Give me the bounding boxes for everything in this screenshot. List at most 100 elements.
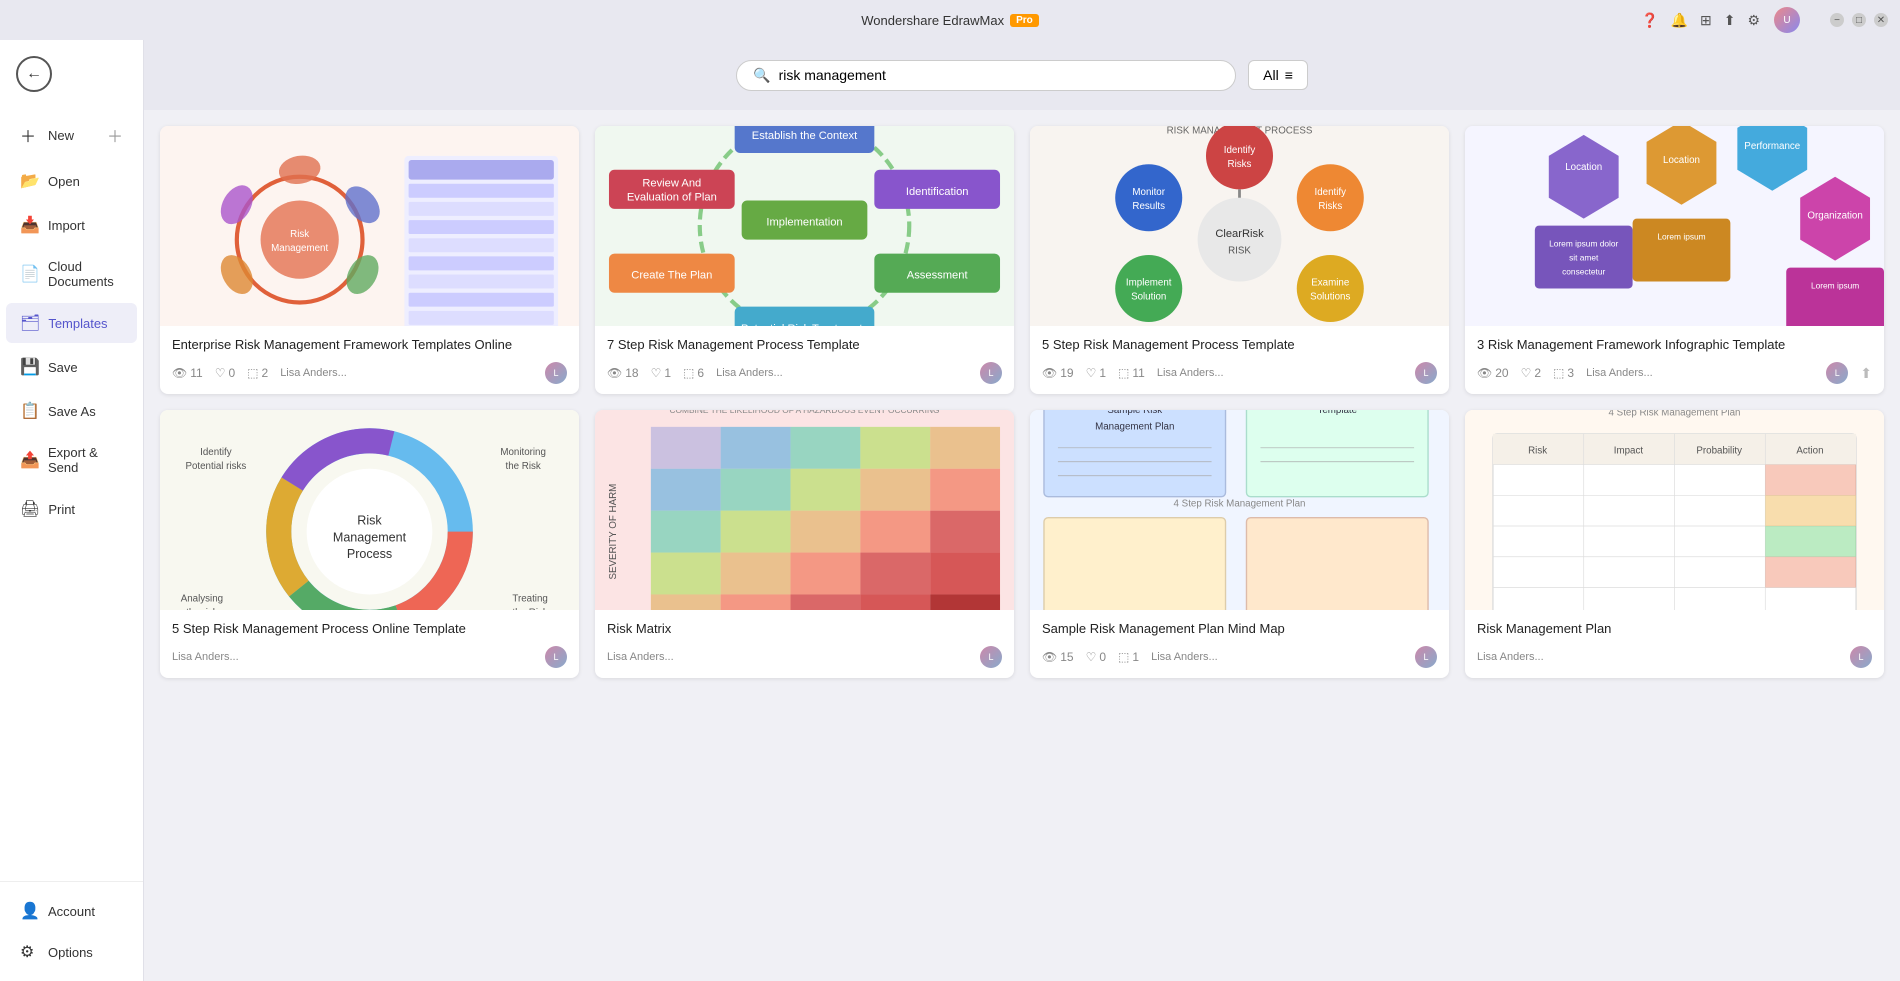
sidebar-item-saveas[interactable]: 📋 Save As [6,391,137,431]
back-button[interactable]: ← [16,56,52,92]
svg-text:Review And: Review And [642,178,701,190]
card-meta-enterprise: 👁 11 ♡ 0 ⬚ 2 Lisa Anders... L [172,362,567,384]
card-title-risk-matrix: Risk Matrix [607,620,1002,638]
notification-icon[interactable]: 🔔 [1671,12,1688,29]
svg-text:Potential risks: Potential risks [185,460,246,471]
grid-icon[interactable]: ⊞ [1700,12,1712,29]
svg-text:Sample Risk: Sample Risk [1107,410,1162,415]
minimize-button[interactable]: − [1830,13,1844,27]
sidebar-new-label: New [48,128,74,143]
svg-text:Lorem ipsum: Lorem ipsum [1657,232,1705,242]
author-framework: Lisa Anders... [1586,367,1653,379]
sidebar-item-templates[interactable]: 🗂 Templates [6,303,137,343]
title-bar: Wondershare EdrawMax Pro ❓ 🔔 ⊞ ⬆ ⚙ U − □… [0,0,1900,40]
svg-text:Monitor: Monitor [1132,187,1165,198]
author-avatar-framework: L [1826,362,1848,384]
copies-framework: ⬚ 3 [1553,366,1574,380]
upload-icon[interactable]: ⬆ [1724,12,1736,29]
window-controls: − □ ✕ [1830,13,1888,27]
close-button[interactable]: ✕ [1874,13,1888,27]
sidebar-item-account[interactable]: 👤 Account [6,891,137,931]
author-avatar-risk-matrix: L [980,646,1002,668]
template-card-rm-plan[interactable]: RISK MANAGEMENT PLAN 4 Step Risk Managem… [1465,410,1884,678]
sidebar-save-label: Save [48,360,78,375]
user-avatar[interactable]: U [1774,7,1800,33]
search-bar[interactable]: 🔍 [736,60,1236,91]
card-info-enterprise: Enterprise Risk Management Framework Tem… [160,326,579,394]
template-card-7step[interactable]: Establish the Context Identification Ass… [595,126,1014,394]
sidebar-item-new[interactable]: ＋ New ＋ [6,113,137,157]
app-title: Wondershare EdrawMax Pro [861,13,1039,28]
card-thumb-7step: Establish the Context Identification Ass… [595,126,1014,326]
5step-thumb-svg: ClearRisk RISK MANAGEMENT PROCESS ClearR… [1030,126,1449,326]
svg-text:Organization: Organization [1807,211,1862,222]
app-name: Wondershare EdrawMax [861,13,1004,28]
svg-text:the Risk: the Risk [505,460,540,471]
card-title-5step-online: 5 Step Risk Management Process Online Te… [172,620,567,638]
template-card-risk-matrix[interactable]: RISK ASSESSMENT MATRIX COMBINE THE LIKEL… [595,410,1014,678]
sidebar-print-label: Print [48,502,75,517]
help-icon[interactable]: ❓ [1641,12,1658,29]
svg-text:Implementation: Implementation [766,217,842,229]
card-info-7step: 7 Step Risk Management Process Template … [595,326,1014,394]
author-avatar-enterprise: L [545,362,567,384]
card-meta-5step-online: Lisa Anders... L [172,646,567,668]
sidebar-item-save[interactable]: 💾 Save [6,347,137,387]
5step-online-thumb-svg: Five Step of Risk Management Process Ris… [160,410,579,610]
svg-text:COMBINE THE LIKELIHOOD OF A HA: COMBINE THE LIKELIHOOD OF A HAZARDOUS EV… [669,410,939,414]
card-title-enterprise: Enterprise Risk Management Framework Tem… [172,336,567,354]
author-avatar-plan-mind: L [1415,646,1437,668]
svg-text:Results: Results [1132,201,1165,212]
svg-text:Monitoring: Monitoring [500,446,546,457]
search-input[interactable] [779,67,1220,83]
svg-text:Examine: Examine [1311,278,1349,289]
card-meta-5step: 👁 19 ♡ 1 ⬚ 11 Lisa Anders... L [1042,362,1437,384]
cloud-icon: 📄 [20,264,40,284]
sidebar-item-import[interactable]: 📥 Import [6,205,137,245]
likes-plan-mind: ♡ 0 [1086,650,1106,664]
card-meta-risk-matrix: Lisa Anders... L [607,646,1002,668]
svg-text:Assessment: Assessment [907,270,969,282]
sidebar-item-open[interactable]: 📂 Open [6,161,137,201]
filter-button[interactable]: All ≡ [1248,60,1308,90]
svg-text:Lorem ipsum dolor: Lorem ipsum dolor [1549,239,1618,249]
template-card-5step[interactable]: ClearRisk RISK MANAGEMENT PROCESS ClearR… [1030,126,1449,394]
new-plus-icon[interactable]: ＋ [107,123,123,147]
copies-5step: ⬚ 11 [1118,366,1145,380]
settings-icon[interactable]: ⚙ [1747,12,1760,29]
svg-text:Establish the Context: Establish the Context [752,130,858,142]
sidebar-nav: ＋ New ＋ 📂 Open 📥 Import 📄 Cloud Document… [0,108,143,881]
svg-text:Management: Management [333,530,407,544]
sidebar-item-cloud[interactable]: 📄 Cloud Documents [6,249,137,299]
svg-text:Process: Process [347,547,392,561]
sidebar-item-options[interactable]: ⚙ Options [6,932,137,972]
save-icon: 💾 [20,357,40,377]
plan-mind-thumb-svg: Sample Risk Management Plan Template 4 S… [1030,410,1449,610]
views-7step: 👁 18 [607,366,639,380]
svg-text:Solution: Solution [1131,292,1166,303]
sidebar-item-export[interactable]: 📤 Export & Send [6,435,137,485]
enterprise-thumb-svg: ENTERPRISE RISK MANAGEMENT FRAMEWORK Ris… [160,126,579,326]
card-info-framework: 3 Risk Management Framework Infographic … [1465,326,1884,394]
likes-7step: ♡ 1 [651,366,671,380]
svg-text:RISK: RISK [1228,246,1251,257]
svg-text:4 Step Risk Management Plan: 4 Step Risk Management Plan [1174,498,1306,509]
author-plan-mind: Lisa Anders... [1151,651,1218,663]
maximize-button[interactable]: □ [1852,13,1866,27]
card-meta-7step: 👁 18 ♡ 1 ⬚ 6 Lisa Anders... L [607,362,1002,384]
sidebar-item-print[interactable]: 🖨 Print [6,489,137,529]
svg-text:Management Plan: Management Plan [1095,421,1174,432]
template-card-5step-online[interactable]: Five Step of Risk Management Process Ris… [160,410,579,678]
filter-menu-icon: ≡ [1285,67,1293,83]
templates-icon: 🗂 [20,313,40,333]
template-card-plan-mind[interactable]: Sample Risk Management Plan Template 4 S… [1030,410,1449,678]
card-title-rm-plan: Risk Management Plan [1477,620,1872,638]
pin-icon-framework[interactable]: ⬆ [1860,365,1872,382]
open-icon: 📂 [20,171,40,191]
author-rm-plan: Lisa Anders... [1477,651,1544,663]
svg-text:Performance: Performance [1744,141,1800,152]
sidebar-templates-label: Templates [48,316,107,331]
template-card-framework[interactable]: Location Lorem ipsum dolor sit amet cons… [1465,126,1884,394]
template-card-enterprise[interactable]: ENTERPRISE RISK MANAGEMENT FRAMEWORK Ris… [160,126,579,394]
author-risk-matrix: Lisa Anders... [607,651,674,663]
